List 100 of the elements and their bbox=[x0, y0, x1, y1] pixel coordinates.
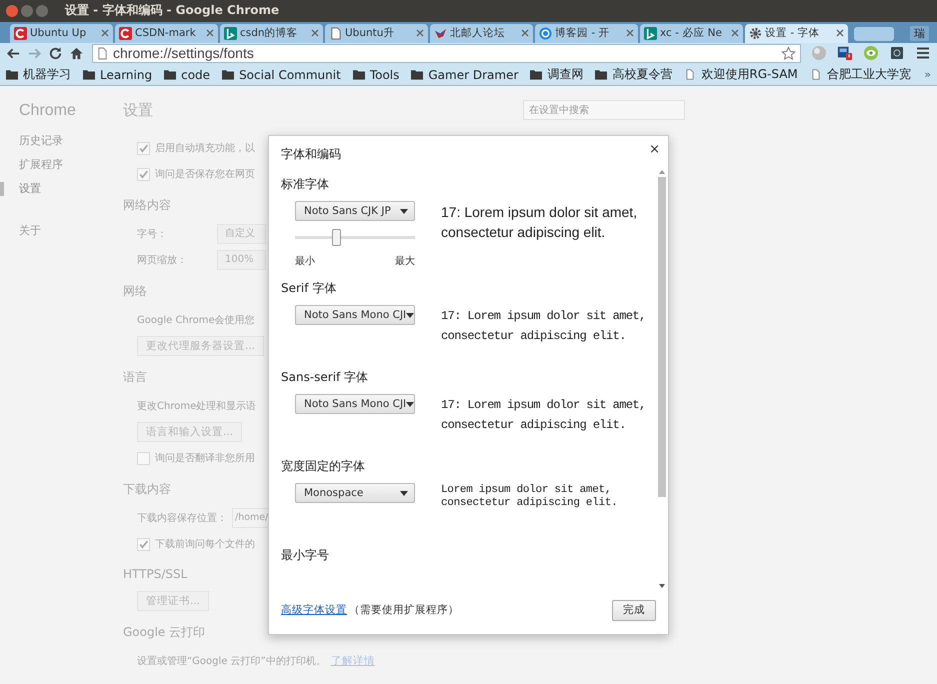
section-heading: 标准字体 bbox=[281, 176, 330, 193]
checkbox[interactable] bbox=[137, 452, 150, 464]
page-icon bbox=[97, 46, 108, 60]
menu-icon[interactable] bbox=[915, 45, 931, 62]
scrollbar[interactable] bbox=[657, 170, 666, 590]
section-heading: HTTPS/SSL bbox=[123, 567, 188, 581]
browser-tab[interactable]: csdn的博客 bbox=[220, 24, 323, 42]
close-tab-icon[interactable] bbox=[311, 29, 319, 37]
page-icon bbox=[684, 69, 696, 80]
browser-tab[interactable]: Ubuntu升 bbox=[325, 24, 428, 42]
bookmark[interactable]: Social Communit bbox=[222, 68, 341, 82]
scroll-down-icon[interactable] bbox=[658, 584, 664, 588]
bookmark[interactable]: Gamer Dramer bbox=[411, 68, 518, 82]
checkbox[interactable] bbox=[137, 168, 150, 180]
extension-icon[interactable] bbox=[837, 45, 853, 62]
dark-square-icon[interactable] bbox=[889, 45, 905, 62]
profile-button[interactable]: 瑞 bbox=[910, 26, 929, 40]
folder-icon bbox=[530, 69, 542, 80]
slider-thumb[interactable] bbox=[332, 229, 341, 246]
star-icon[interactable] bbox=[781, 46, 796, 61]
search-field[interactable]: 在设置中搜索 bbox=[523, 100, 685, 120]
description-text: 设置或管理“Google 云打印”中的打印机。 bbox=[137, 654, 326, 668]
section-heading: Sans-serif 字体 bbox=[281, 369, 370, 386]
font-dropdown[interactable]: Noto Sans Mono CJI bbox=[295, 305, 415, 325]
description-text: Google Chrome会使用您 bbox=[137, 314, 255, 327]
caret-icon bbox=[406, 312, 414, 318]
bookmark[interactable]: 欢迎使用RG-SAM bbox=[684, 66, 798, 84]
checkbox-label: 下载前询问每个文件的 bbox=[155, 538, 255, 551]
close-tab-icon[interactable] bbox=[416, 29, 424, 37]
site-logo-icon bbox=[14, 26, 27, 40]
bookmark[interactable]: code bbox=[164, 68, 210, 82]
font-sample-text: 17: Lorem ipsum dolor sit amet, consectetur adipiscing elit. bbox=[441, 397, 647, 434]
browser-tab[interactable]: 博客园 - 开 bbox=[535, 24, 638, 42]
slider-min-label: 最小 bbox=[295, 254, 315, 268]
bookmark[interactable]: 机器学习 bbox=[6, 66, 71, 84]
scroll-up-icon[interactable] bbox=[658, 170, 664, 174]
advanced-fonts-link[interactable]: 高级字体设置 bbox=[281, 603, 347, 617]
browser-tab[interactable]: 设置 - 字体 bbox=[745, 24, 848, 42]
folder-icon bbox=[6, 69, 18, 80]
description-text: 更改Chrome处理和显示语 bbox=[137, 400, 256, 413]
section-heading: 下载内容 bbox=[123, 481, 171, 498]
bookmark[interactable]: 合肥工业大学宽 bbox=[810, 66, 911, 84]
close-tab-icon[interactable] bbox=[101, 29, 109, 37]
site-logo-icon bbox=[119, 26, 132, 40]
font-dropdown[interactable]: Noto Sans CJK JP bbox=[295, 201, 415, 221]
checkbox[interactable] bbox=[137, 538, 150, 550]
folder-icon bbox=[222, 69, 234, 80]
close-tab-icon[interactable] bbox=[836, 29, 844, 37]
home-icon[interactable] bbox=[69, 46, 84, 61]
checkbox-label: 启用自动填充功能，以 bbox=[155, 142, 255, 155]
browser-tab[interactable]: CSDN-mark bbox=[115, 24, 218, 42]
eye-icon[interactable] bbox=[863, 45, 879, 62]
font-dropdown[interactable]: Noto Sans Mono CJI bbox=[295, 394, 415, 414]
checkbox-label: 询问是否保存您在网页 bbox=[155, 168, 255, 181]
section-heading: 宽度固定的字体 bbox=[281, 458, 366, 475]
bookmark[interactable]: Learning bbox=[83, 68, 152, 82]
font-sample-text: 17: Lorem ipsum dolor sit amet, consectetur adipiscing elit. bbox=[441, 308, 647, 345]
caret-icon bbox=[400, 490, 408, 496]
minimize-window-button[interactable] bbox=[21, 4, 33, 17]
caret-icon bbox=[400, 208, 408, 214]
browser-tab[interactable]: xc - 必应 Ne bbox=[640, 24, 743, 42]
close-button[interactable]: × bbox=[649, 144, 660, 170]
browser-tab[interactable]: Ubuntu Up bbox=[10, 24, 113, 42]
bookmark[interactable]: Tools bbox=[352, 68, 400, 82]
checkbox[interactable] bbox=[137, 142, 150, 154]
section-heading: 网络内容 bbox=[123, 197, 171, 214]
scrollbar-thumb[interactable] bbox=[658, 177, 666, 497]
section-heading: 最小字号 bbox=[281, 547, 330, 564]
slider-max-label: 最大 bbox=[395, 254, 415, 268]
bookmark[interactable]: 调查网 bbox=[530, 66, 584, 84]
bird-icon bbox=[434, 26, 447, 40]
close-tab-icon[interactable] bbox=[731, 29, 739, 37]
font-dropdown[interactable]: Monospace bbox=[295, 483, 415, 503]
font-sample-text: 17: Lorem ipsum dolor sit amet, consectetur adipiscing elit. bbox=[441, 203, 638, 242]
new-tab-button[interactable] bbox=[854, 26, 894, 40]
sidebar-title: Chrome bbox=[18, 102, 77, 120]
ring-logo-icon bbox=[539, 26, 552, 40]
more-bookmarks-button[interactable]: » bbox=[924, 68, 931, 82]
close-window-button[interactable] bbox=[6, 4, 18, 17]
maximize-window-button[interactable] bbox=[36, 4, 48, 17]
dialog-title: 字体和编码 bbox=[281, 146, 341, 163]
close-tab-icon[interactable] bbox=[206, 29, 214, 37]
page-icon bbox=[810, 69, 822, 80]
reload-icon[interactable] bbox=[48, 46, 63, 61]
folder-icon bbox=[164, 69, 176, 80]
address-bar[interactable]: chrome://settings/fonts bbox=[92, 44, 801, 63]
close-tab-icon[interactable] bbox=[521, 29, 529, 37]
bookmark[interactable]: 高校夏令营 bbox=[595, 66, 672, 84]
browser-tab[interactable]: 北邮人论坛 bbox=[430, 24, 533, 42]
section-heading: 网络 bbox=[123, 283, 147, 300]
section-heading: Google 云打印 bbox=[123, 624, 206, 641]
window-title: 设置 - 字体和编码 - Google Chrome bbox=[65, 2, 280, 20]
gear-icon bbox=[749, 26, 762, 40]
site-logo-icon bbox=[224, 26, 237, 40]
note-text: （需要使用扩展程序） bbox=[349, 603, 459, 617]
field-label: 字号： bbox=[137, 228, 168, 241]
page-icon bbox=[329, 26, 342, 40]
done-button[interactable]: 完成 bbox=[612, 600, 656, 620]
close-tab-icon[interactable] bbox=[626, 29, 634, 37]
section-heading: 语言 bbox=[123, 369, 147, 386]
